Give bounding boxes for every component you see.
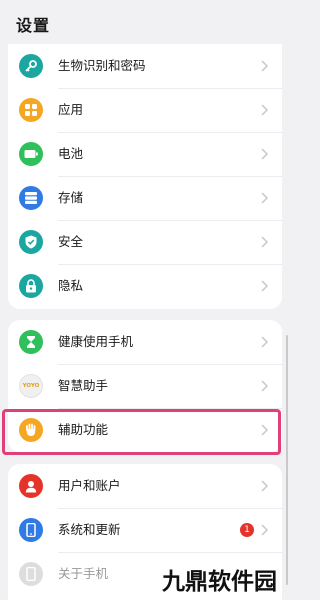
phone-update-icon bbox=[19, 518, 43, 542]
settings-item-smart-assistant[interactable]: YOYO 智慧助手 bbox=[8, 364, 282, 408]
chevron-right-icon bbox=[261, 380, 268, 392]
user-icon bbox=[19, 474, 43, 498]
settings-item-label: 关于手机 bbox=[58, 566, 109, 581]
page-title: 设置 bbox=[16, 16, 51, 35]
update-count-badge: 1 bbox=[240, 523, 254, 537]
settings-item-privacy[interactable]: 隐私 bbox=[8, 264, 282, 308]
settings-item-label: 应用 bbox=[58, 102, 84, 117]
chevron-right-icon bbox=[261, 60, 268, 72]
chevron-right-icon bbox=[261, 148, 268, 160]
hourglass-icon bbox=[19, 330, 43, 354]
watermark: 九鼎软件园 bbox=[162, 569, 277, 595]
settings-group-security: 生物识别和密码 应用 电池 存储 安全 隐私 bbox=[8, 44, 282, 309]
battery-icon bbox=[19, 142, 43, 166]
settings-item-label: 电池 bbox=[58, 146, 84, 161]
shield-icon bbox=[19, 230, 43, 254]
apps-grid-icon bbox=[19, 98, 43, 122]
settings-item-label: 隐私 bbox=[58, 278, 84, 293]
settings-item-label: 生物识别和密码 bbox=[58, 58, 146, 73]
chevron-right-icon bbox=[261, 524, 268, 536]
settings-item-battery[interactable]: 电池 bbox=[8, 132, 282, 176]
lock-icon bbox=[19, 274, 43, 298]
scrollbar[interactable] bbox=[286, 335, 288, 585]
settings-item-security[interactable]: 安全 bbox=[8, 220, 282, 264]
settings-item-storage[interactable]: 存储 bbox=[8, 176, 282, 220]
settings-item-system-update[interactable]: 系统和更新 1 bbox=[8, 508, 282, 552]
settings-item-digital-wellbeing[interactable]: 健康使用手机 bbox=[8, 320, 282, 364]
settings-item-label: 用户和账户 bbox=[58, 478, 121, 493]
settings-item-apps[interactable]: 应用 bbox=[8, 88, 282, 132]
phone-icon bbox=[19, 562, 43, 586]
chevron-right-icon bbox=[261, 480, 268, 492]
storage-icon bbox=[19, 186, 43, 210]
chevron-right-icon bbox=[261, 192, 268, 204]
settings-item-biometrics[interactable]: 生物识别和密码 bbox=[8, 44, 282, 88]
settings-item-label: 存储 bbox=[58, 190, 84, 205]
highlight-box bbox=[2, 409, 281, 455]
key-icon bbox=[19, 54, 43, 78]
settings-item-label: 系统和更新 bbox=[58, 522, 121, 537]
settings-item-label: 智慧助手 bbox=[58, 378, 109, 393]
chevron-right-icon bbox=[261, 236, 268, 248]
chevron-right-icon bbox=[261, 280, 268, 292]
assistant-icon: YOYO bbox=[19, 374, 43, 398]
settings-item-label: 健康使用手机 bbox=[58, 334, 134, 349]
settings-item-users-accounts[interactable]: 用户和账户 bbox=[8, 464, 282, 508]
assistant-icon-text: YOYO bbox=[22, 383, 40, 389]
chevron-right-icon bbox=[261, 104, 268, 116]
settings-item-label: 安全 bbox=[58, 234, 84, 249]
chevron-right-icon bbox=[261, 336, 268, 348]
